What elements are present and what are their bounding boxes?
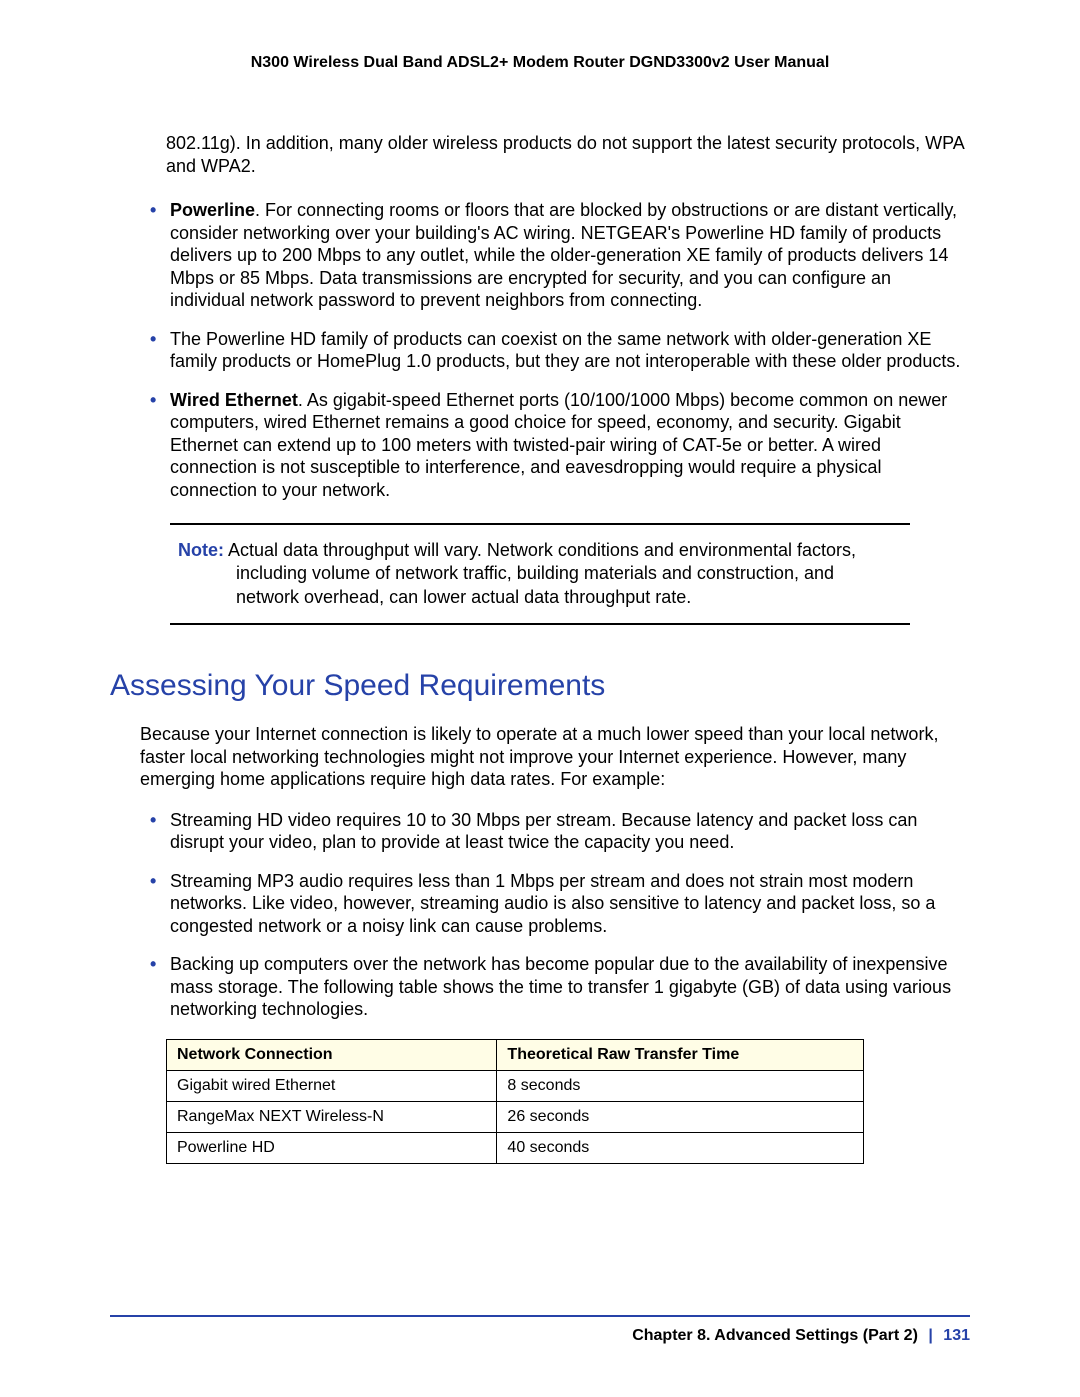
note-rule-bottom	[170, 623, 910, 625]
section-heading: Assessing Your Speed Requirements	[110, 669, 970, 703]
bullet-text: The Powerline HD family of products can …	[170, 329, 960, 372]
note-label: Note:	[178, 540, 224, 560]
bullet-lead: Powerline	[170, 200, 255, 220]
list-item: Backing up computers over the network ha…	[150, 953, 970, 1021]
table-header: Theoretical Raw Transfer Time	[497, 1039, 864, 1070]
footer-separator: |	[922, 1327, 938, 1344]
table-row: RangeMax NEXT Wireless-N 26 seconds	[167, 1101, 864, 1132]
footer-rule	[110, 1315, 970, 1317]
table-row: Gigabit wired Ethernet 8 seconds	[167, 1070, 864, 1101]
top-bullet-list: Powerline. For connecting rooms or floor…	[110, 199, 970, 501]
table-cell: Gigabit wired Ethernet	[167, 1070, 497, 1101]
table-cell: RangeMax NEXT Wireless-N	[167, 1101, 497, 1132]
list-item: Wired Ethernet. As gigabit-speed Etherne…	[150, 389, 970, 502]
table-cell: 8 seconds	[497, 1070, 864, 1101]
page-footer: Chapter 8. Advanced Settings (Part 2) | …	[110, 1315, 970, 1345]
table-cell: Powerline HD	[167, 1132, 497, 1163]
footer-page-number: 131	[943, 1327, 970, 1344]
bullet-lead: Wired Ethernet	[170, 390, 298, 410]
continuation-paragraph: 802.11g). In addition, many older wirele…	[166, 132, 970, 177]
transfer-time-table: Network Connection Theoretical Raw Trans…	[166, 1039, 864, 1164]
note-text: Actual data throughput will vary. Networ…	[228, 540, 856, 607]
running-header: N300 Wireless Dual Band ADSL2+ Modem Rou…	[110, 54, 970, 72]
section-intro: Because your Internet connection is like…	[140, 723, 970, 791]
section-bullet-list: Streaming HD video requires 10 to 30 Mbp…	[110, 809, 970, 1021]
note-box: Note: Actual data throughput will vary. …	[170, 523, 910, 625]
list-item: Streaming MP3 audio requires less than 1…	[150, 870, 970, 938]
table-cell: 40 seconds	[497, 1132, 864, 1163]
footer-chapter: Chapter 8. Advanced Settings (Part 2)	[632, 1327, 918, 1344]
bullet-text: . For connecting rooms or floors that ar…	[170, 200, 957, 310]
table-header: Network Connection	[167, 1039, 497, 1070]
list-item: Powerline. For connecting rooms or floor…	[150, 199, 970, 312]
table-row: Powerline HD 40 seconds	[167, 1132, 864, 1163]
table-cell: 26 seconds	[497, 1101, 864, 1132]
list-item: The Powerline HD family of products can …	[150, 328, 970, 373]
list-item: Streaming HD video requires 10 to 30 Mbp…	[150, 809, 970, 854]
